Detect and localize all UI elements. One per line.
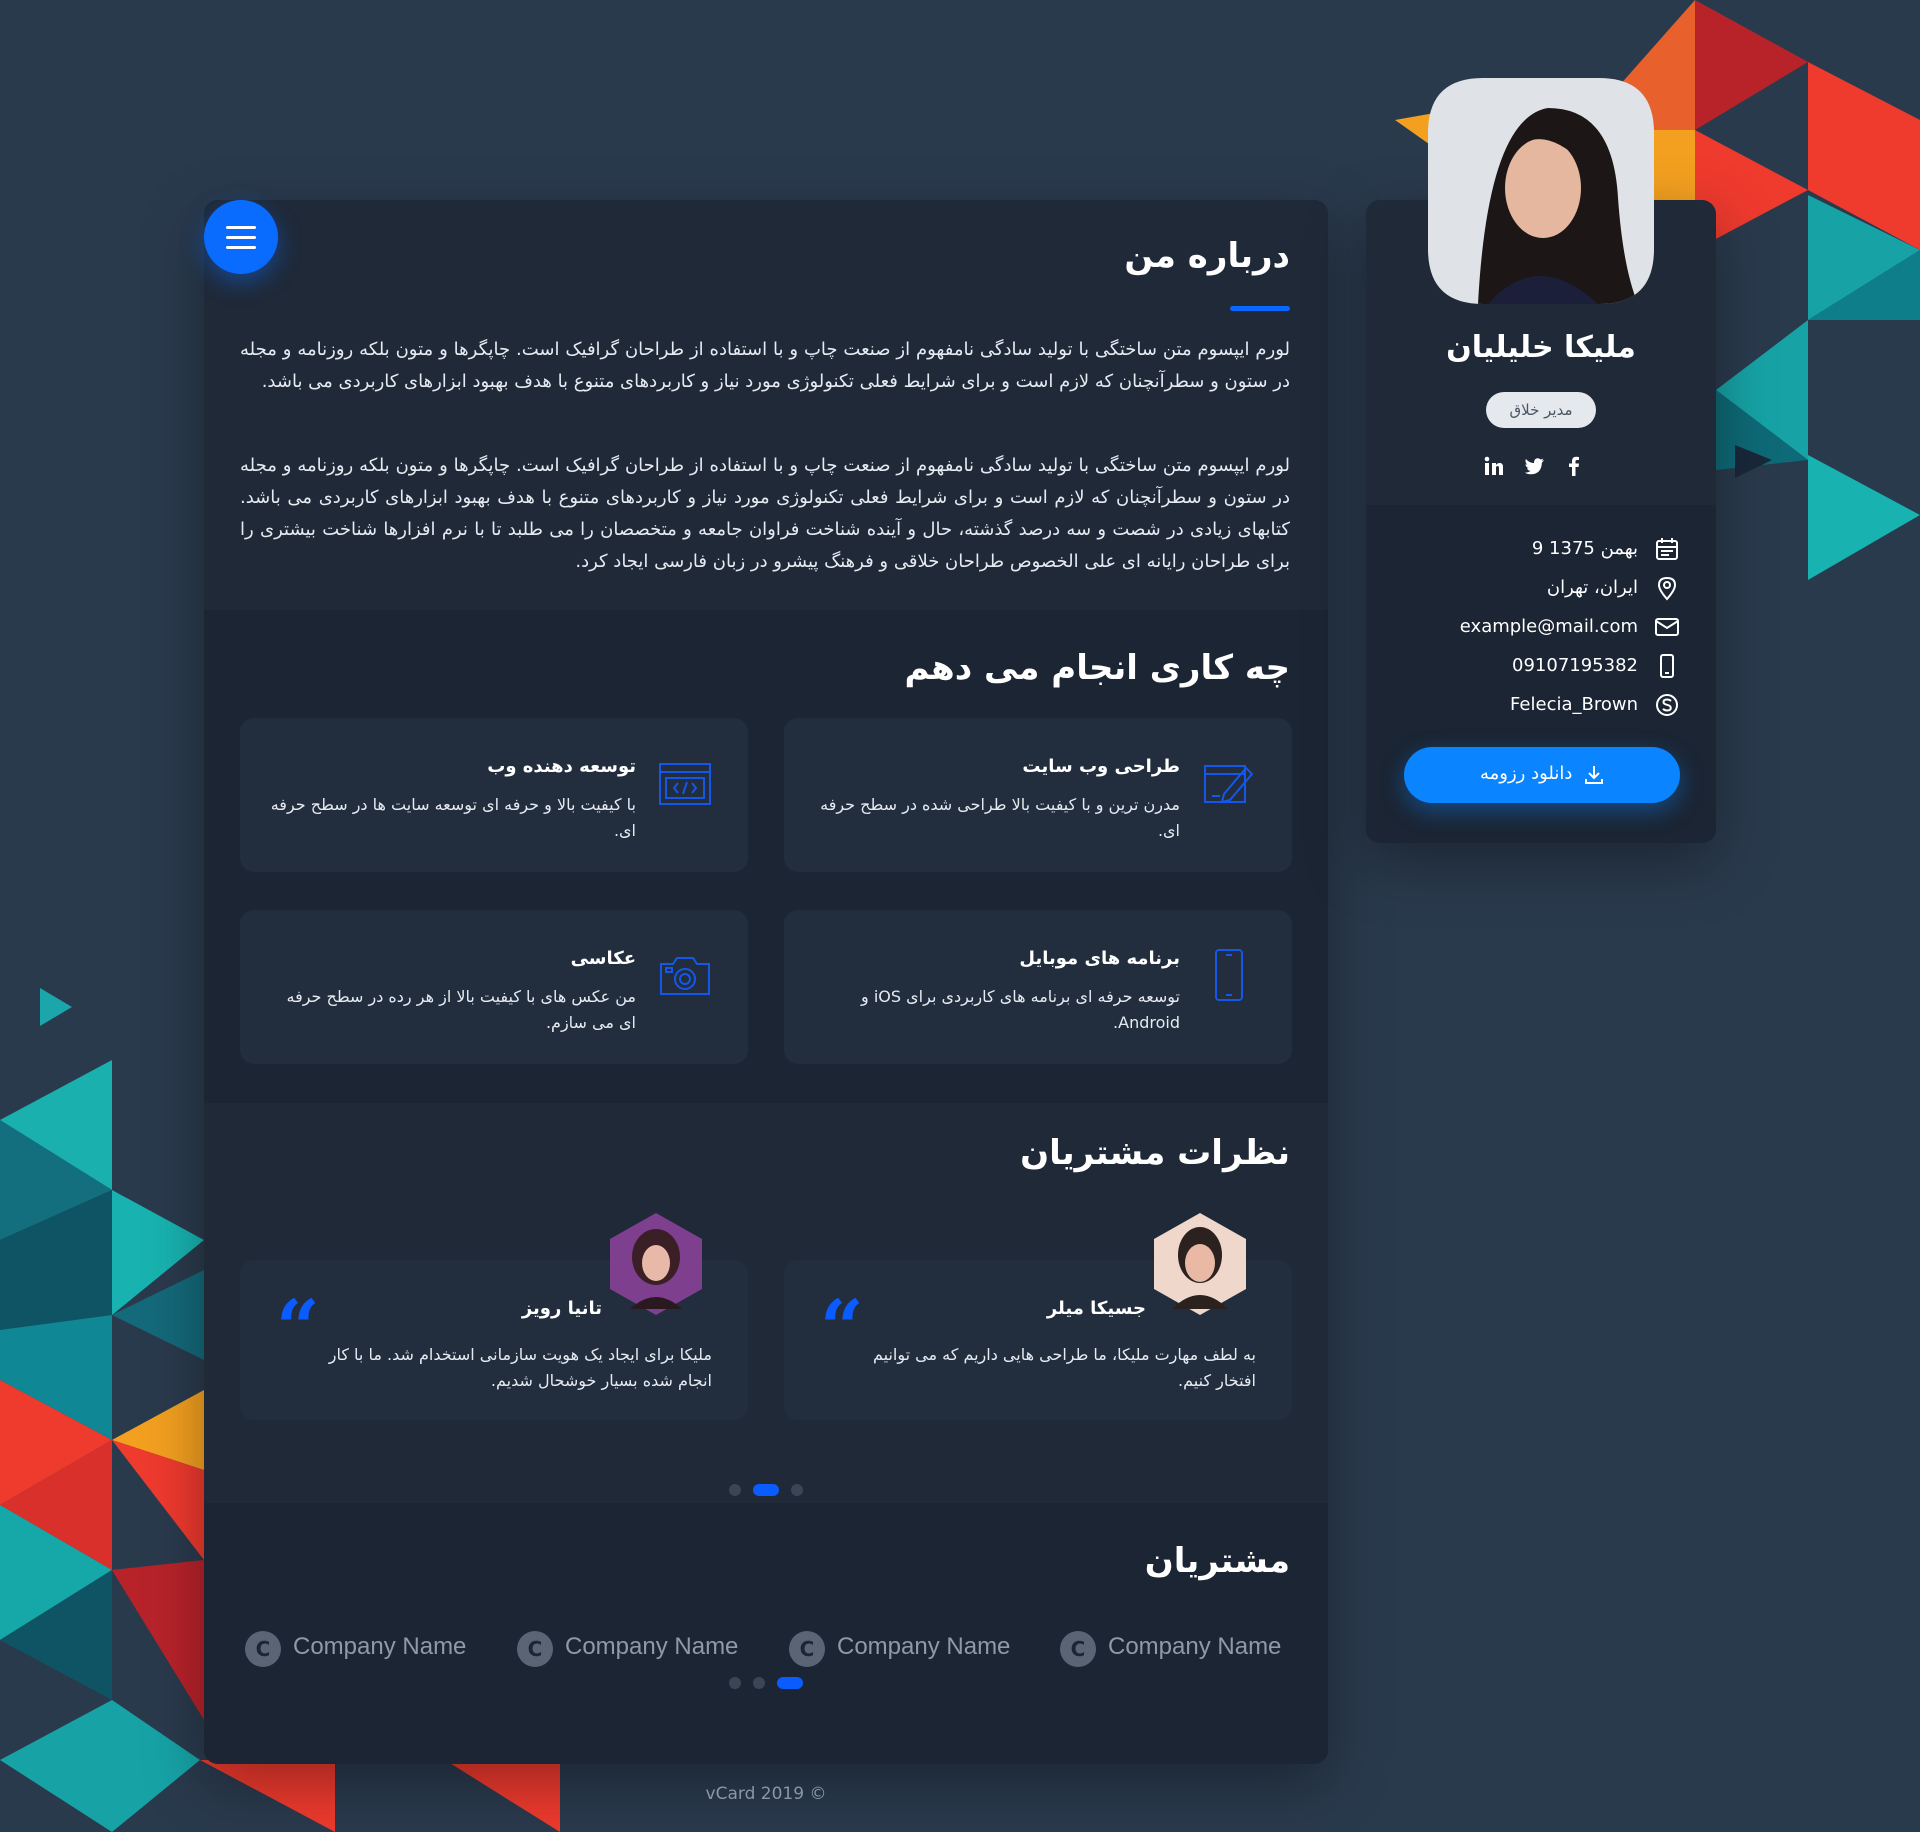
testimonial-avatar: [610, 1213, 702, 1315]
clients-heading: مشتریان: [1144, 1541, 1291, 1581]
service-description: با کیفیت بالا و حرفه ای توسعه سایت ها در…: [270, 795, 636, 840]
about-section: درباره من لورم ایپسوم متن ساختگی با تولی…: [204, 200, 1328, 610]
contact-birthday: 9 بهمن 1375: [1390, 534, 1680, 564]
service-card-mobile: برنامه های موبایل توسعه حرفه ای برنامه ه…: [784, 910, 1292, 1064]
download-resume-button[interactable]: دانلود رزومه: [1404, 747, 1680, 803]
pagination-dot[interactable]: [729, 1484, 741, 1496]
camera-icon: [660, 957, 710, 995]
contact-location: ایران، تهران: [1390, 573, 1680, 603]
location-pin-icon: [1657, 576, 1677, 601]
linkedin-icon[interactable]: [1482, 454, 1506, 478]
testimonial-text: به لطف مهارت ملیکا، ما طراحی هایی داریم …: [872, 1345, 1256, 1390]
company-logo-icon: C: [1060, 1631, 1096, 1667]
hamburger-icon: [226, 226, 256, 229]
phone-text[interactable]: 09107195382: [1512, 655, 1638, 676]
profile-name: ملیکا خلیلیان: [1446, 330, 1636, 365]
testimonials-section: نظرات مشتریان “ جسیکا میلر به لطف مهارت …: [204, 1103, 1328, 1503]
email-text[interactable]: example@mail.com: [1460, 616, 1638, 637]
service-description: مدرن ترین و با کیفیت بالا طراحی شده در س…: [820, 795, 1180, 840]
pagination-dot-active[interactable]: [753, 1484, 779, 1496]
location-text: ایران، تهران: [1546, 577, 1638, 598]
facebook-icon[interactable]: [1562, 454, 1586, 478]
service-title: طراحی وب سایت: [1022, 756, 1180, 777]
service-card-web-dev: توسعه دهنده وب با کیفیت بالا و حرفه ای ت…: [240, 718, 748, 872]
testimonial-author: جسیکا میلر: [1046, 1298, 1147, 1319]
company-name: Company Name: [837, 1633, 1011, 1660]
client-logo[interactable]: C Company Name: [517, 1627, 747, 1671]
pagination-dot[interactable]: [791, 1484, 803, 1496]
company-logo-icon: C: [245, 1631, 281, 1667]
service-title: توسعه دهنده وب: [487, 756, 636, 777]
download-icon: [1585, 766, 1603, 784]
skype-text[interactable]: Felecia_Brown: [1510, 694, 1638, 715]
company-name: Company Name: [293, 1633, 467, 1660]
skype-icon: [1656, 694, 1678, 716]
profile-photo: [1428, 78, 1654, 304]
testimonial-text: ملیکا برای ایجاد یک هویت سازمانی استخدام…: [328, 1345, 712, 1390]
clients-pagination: [729, 1677, 803, 1689]
pagination-dot[interactable]: [729, 1677, 741, 1689]
pagination-dot[interactable]: [753, 1677, 765, 1689]
pagination-dot-active[interactable]: [777, 1677, 803, 1689]
testimonials-heading: نظرات مشتریان: [1020, 1133, 1291, 1173]
mobile-phone-icon: [1215, 949, 1243, 1001]
phone-icon: [1660, 654, 1674, 678]
about-paragraph-2: لورم ایپسوم متن ساختگی با تولید سادگی نا…: [240, 455, 1290, 572]
company-name: Company Name: [565, 1633, 739, 1660]
web-design-icon: [1204, 765, 1254, 804]
twitter-icon[interactable]: [1522, 454, 1546, 478]
service-card-web-design: طراحی وب سایت مدرن ترین و با کیفیت بالا …: [784, 718, 1292, 872]
about-heading: درباره من: [1124, 236, 1291, 276]
contact-email: example@mail.com: [1390, 612, 1680, 642]
menu-button[interactable]: [204, 200, 278, 274]
company-logo-icon: C: [517, 1631, 553, 1667]
service-card-photography: عکاسی من عکس های با کیفیت بالا از هر رده…: [240, 910, 748, 1064]
company-logo-icon: C: [789, 1631, 825, 1667]
testimonial-author: تانیا رویز: [521, 1298, 603, 1319]
testimonial-avatar: [1154, 1213, 1246, 1315]
footer-copyright: vCard 2019 ©: [705, 1784, 827, 1804]
heading-underline: [1230, 306, 1290, 311]
calendar-icon: [1656, 538, 1678, 560]
contact-phone: 09107195382: [1390, 651, 1680, 681]
profile-title-badge: مدیر خلاق: [1486, 392, 1596, 428]
service-description: من عکس های با کیفیت بالا از هر رده در سط…: [286, 987, 637, 1032]
main-content-card: درباره من لورم ایپسوم متن ساختگی با تولی…: [204, 200, 1328, 1764]
birthday-text: 9 بهمن 1375: [1531, 538, 1638, 559]
code-window-icon: [659, 763, 711, 805]
company-name: Company Name: [1108, 1633, 1282, 1660]
testimonials-pagination: [729, 1484, 803, 1496]
about-paragraph-1: لورم ایپسوم متن ساختگی با تولید سادگی نا…: [240, 339, 1290, 392]
service-title: عکاسی: [570, 948, 637, 969]
client-logo[interactable]: C Company Name: [245, 1627, 475, 1671]
services-section: چه کاری انجام می دهم طراحی وب سایت مدرن …: [204, 610, 1328, 1103]
client-logo[interactable]: C Company Name: [789, 1627, 1019, 1671]
envelope-icon: [1655, 618, 1679, 636]
client-logo[interactable]: C Company Name: [1060, 1627, 1290, 1671]
service-title: برنامه های موبایل: [1019, 948, 1180, 969]
contact-skype: Felecia_Brown: [1390, 690, 1680, 720]
download-resume-label: دانلود رزومه: [1480, 763, 1573, 784]
services-heading: چه کاری انجام می دهم: [904, 648, 1291, 688]
service-description: توسعه حرفه ای برنامه های کاربردی برای iO…: [861, 987, 1180, 1032]
